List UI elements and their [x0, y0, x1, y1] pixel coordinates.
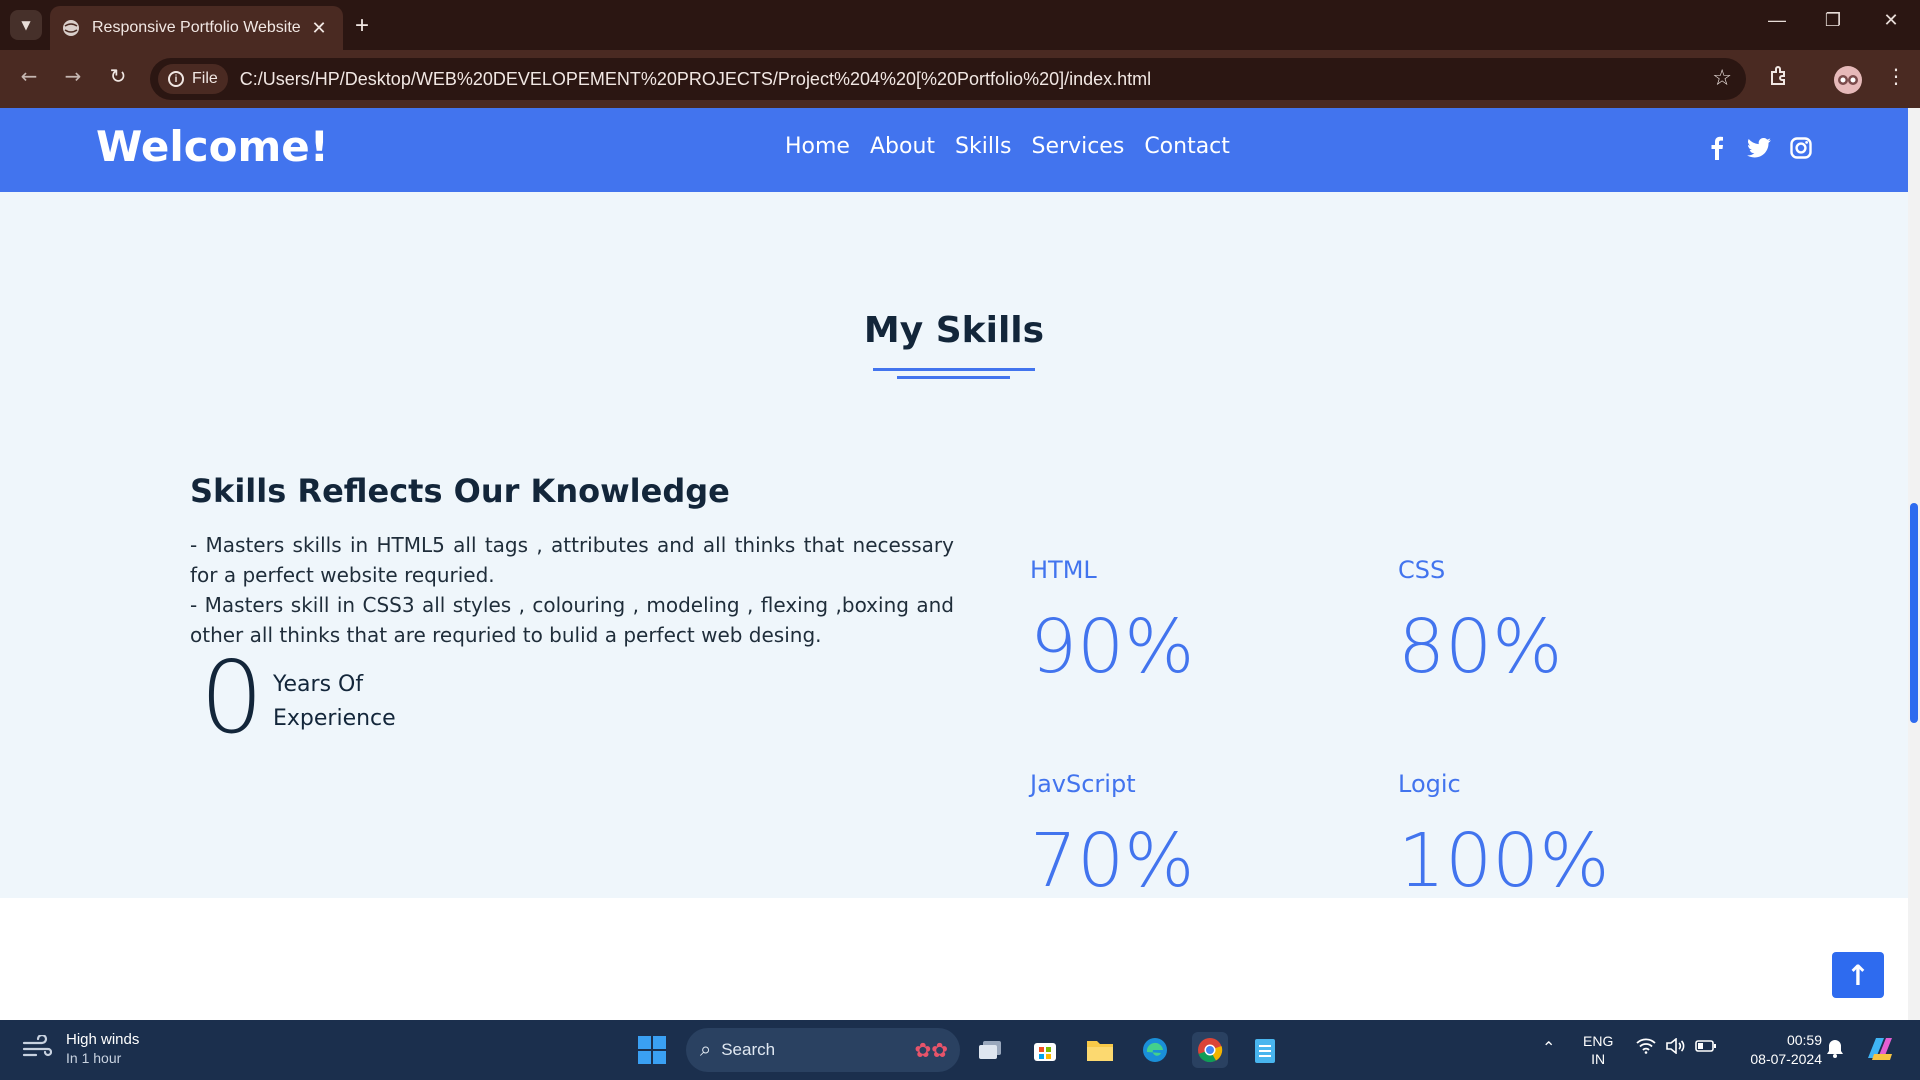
weather-title: High winds [66, 1031, 140, 1048]
browser-toolbar: ← → ↻ i File C:/Users/HP/Desktop/WEB%20D… [0, 50, 1920, 108]
browser-tab-strip: ▼ Responsive Portfolio Website H ✕ + — ❐… [0, 0, 1920, 50]
language-indicator[interactable]: ENG IN [1583, 1032, 1613, 1068]
facebook-icon[interactable] [1705, 136, 1729, 160]
copilot-icon[interactable] [1864, 1034, 1896, 1069]
nav-home[interactable]: Home [785, 134, 850, 159]
address-bar[interactable]: i File C:/Users/HP/Desktop/WEB%20DEVELOP… [150, 58, 1746, 100]
skills-desc-line-1: - Masters skills in HTML5 all tags , att… [190, 533, 954, 587]
region-code: IN [1591, 1051, 1606, 1067]
profile-avatar[interactable] [1834, 66, 1862, 94]
nav-about[interactable]: About [870, 134, 935, 159]
skill-card-javascript: JavScript 70% [1030, 770, 1330, 904]
title-underline-short [897, 376, 1010, 379]
task-view-icon[interactable] [972, 1032, 1008, 1068]
years-experience-value: 0 [200, 639, 264, 756]
active-tab[interactable]: Responsive Portfolio Website H ✕ [50, 6, 343, 50]
skill-card-html: HTML 90% [1030, 556, 1330, 690]
skill-percent: 80% [1398, 604, 1563, 690]
years-label-line-1: Years Of [273, 672, 364, 697]
minimize-button[interactable]: — [1762, 10, 1792, 31]
search-icon: ⌕ [700, 1038, 712, 1061]
start-button[interactable] [638, 1036, 666, 1064]
skill-name: HTML [1030, 556, 1097, 584]
close-tab-icon[interactable]: ✕ [307, 18, 331, 39]
notification-bell-icon[interactable] [1826, 1038, 1844, 1063]
skill-name: CSS [1398, 556, 1446, 584]
scroll-to-top-button[interactable]: ↑ [1832, 952, 1884, 998]
skills-desc-line-2: - Masters skill in CSS3 all styles , col… [190, 593, 954, 647]
battery-icon[interactable] [1695, 1039, 1717, 1058]
extensions-icon[interactable] [1768, 64, 1790, 91]
clock-time: 00:59 [1786, 1032, 1822, 1048]
site-chip-label: File [192, 70, 218, 87]
wind-icon [22, 1033, 53, 1063]
skill-percent: 90% [1030, 604, 1195, 690]
skill-percent: 100% [1398, 818, 1610, 904]
skills-heading: Skills Reflects Our Knowledge [190, 472, 730, 510]
main-nav: Home About Skills Services Contact [785, 134, 1230, 159]
file-explorer-icon[interactable] [1082, 1032, 1118, 1068]
skill-name: Logic [1398, 770, 1461, 798]
wifi-icon[interactable] [1636, 1038, 1656, 1059]
restore-button[interactable]: ❐ [1818, 10, 1848, 31]
taskbar-search[interactable]: ⌕ Search ✿✿ [686, 1028, 960, 1072]
chrome-icon[interactable] [1192, 1032, 1228, 1068]
show-hidden-icons[interactable]: ⌃ [1542, 1038, 1555, 1058]
arrow-up-icon: ↑ [1846, 958, 1870, 992]
skill-card-logic: Logic 100% [1398, 770, 1698, 904]
url-text[interactable]: C:/Users/HP/Desktop/WEB%20DEVELOPEMENT%2… [240, 69, 1151, 90]
skills-section: My Skills Skills Reflects Our Knowledge … [0, 192, 1908, 904]
twitter-icon[interactable] [1747, 136, 1771, 160]
info-icon: i [168, 71, 184, 87]
flowers-icon: ✿✿ [914, 1039, 948, 1062]
instagram-icon[interactable] [1789, 136, 1813, 160]
years-label-line-2: Experience [273, 706, 396, 731]
scrollbar-thumb[interactable] [1910, 503, 1918, 723]
site-info-chip[interactable]: i File [158, 64, 228, 94]
weather-subtitle: In 1 hour [66, 1050, 122, 1066]
bookmark-star-icon[interactable]: ☆ [1712, 66, 1732, 91]
taskbar: High winds In 1 hour ⌕ Search ✿✿ ⌃ ENG I… [0, 1020, 1920, 1080]
tab-title: Responsive Portfolio Website H [92, 19, 302, 36]
menu-icon[interactable]: ⋮ [1886, 64, 1906, 88]
site-header: Welcome! Home About Skills Services Cont… [0, 108, 1908, 192]
skill-percent: 70% [1030, 818, 1195, 904]
new-tab-button[interactable]: + [355, 12, 369, 40]
page-scrollbar[interactable] [1908, 108, 1920, 1020]
taskbar-search-placeholder: Search [721, 1040, 776, 1059]
site-logo[interactable]: Welcome! [96, 122, 329, 171]
language-code: ENG [1583, 1033, 1614, 1049]
edge-icon[interactable] [1137, 1032, 1173, 1068]
forward-button[interactable]: → [58, 64, 88, 94]
social-links [1705, 136, 1813, 160]
volume-icon[interactable] [1665, 1037, 1685, 1059]
title-underline [873, 368, 1035, 371]
skill-card-css: CSS 80% [1398, 556, 1698, 690]
section-title: My Skills [863, 310, 1045, 351]
clock-date: 08-07-2024 [1750, 1051, 1822, 1067]
skill-name: JavScript [1030, 770, 1136, 798]
years-experience-label: Years Of Experience [273, 668, 413, 736]
notepad-icon[interactable] [1247, 1032, 1283, 1068]
weather-widget[interactable]: High winds In 1 hour [22, 1030, 139, 1068]
globe-icon [62, 19, 80, 37]
nav-services[interactable]: Services [1032, 134, 1125, 159]
close-window-button[interactable]: ✕ [1876, 10, 1906, 31]
tab-search-button[interactable]: ▼ [10, 10, 42, 40]
nav-skills[interactable]: Skills [955, 134, 1012, 159]
skills-description: - Masters skills in HTML5 all tags , att… [190, 530, 954, 650]
store-icon[interactable] [1027, 1032, 1063, 1068]
back-button[interactable]: ← [14, 64, 44, 94]
page-viewport: Welcome! Home About Skills Services Cont… [0, 108, 1908, 1020]
nav-contact[interactable]: Contact [1144, 134, 1230, 159]
reload-button[interactable]: ↻ [103, 64, 133, 94]
clock[interactable]: 00:59 08-07-2024 [1736, 1031, 1822, 1069]
